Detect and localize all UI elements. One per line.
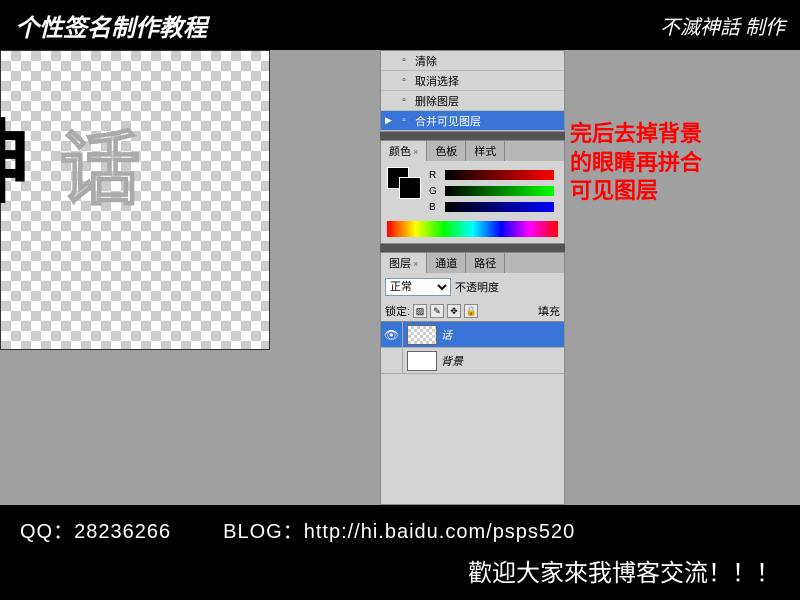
qq-label: QQ： [20, 521, 74, 543]
history-label: 清除 [415, 53, 437, 69]
close-icon[interactable]: × [413, 259, 418, 269]
workspace-gap [270, 50, 380, 505]
canvas-window[interactable]: 神 话 [0, 50, 270, 350]
background-swatch[interactable] [399, 177, 421, 199]
history-label: 合并可见图层 [415, 113, 481, 129]
annotation-line: 的眼睛再拼合 [570, 149, 770, 178]
slider-thumb-icon[interactable]: ▲ [445, 168, 453, 177]
layers-controls: 正常 不透明度 [381, 273, 564, 301]
fg-bg-swatches[interactable] [387, 167, 421, 199]
header-bar: 个性签名制作教程 不滅神話 制作 [0, 0, 800, 50]
canvas-char-solid: 神 [0, 90, 30, 220]
play-icon: ▶ [385, 115, 395, 126]
r-label: R [429, 170, 441, 181]
tab-swatches[interactable]: 色板 [427, 141, 466, 161]
annotation-line: 可见图层 [570, 177, 770, 206]
lock-transparent-icon[interactable]: ▨ [413, 304, 427, 318]
lock-all-icon[interactable]: 🔒 [464, 304, 478, 318]
main-area: 神 话 ▫ 清除 ▫ 取消选择 ▫ 删除图层 ▶ ▫ 合并可见 [0, 50, 800, 505]
qq-number: 28236266 [74, 521, 171, 543]
page-title: 个性签名制作教程 [15, 8, 207, 43]
close-icon[interactable]: × [413, 147, 418, 157]
history-panel: ▫ 清除 ▫ 取消选择 ▫ 删除图层 ▶ ▫ 合并可见图层 [380, 50, 565, 132]
blog-url: http://hi.baidu.com/psps520 [304, 521, 576, 543]
history-label: 取消选择 [415, 73, 459, 89]
lock-brush-icon[interactable]: ✎ [430, 304, 444, 318]
opacity-label: 不透明度 [455, 279, 499, 295]
history-item[interactable]: ▫ 清除 [381, 51, 564, 71]
step-icon: ▫ [397, 94, 411, 108]
r-slider-row: R ▲ [429, 167, 558, 183]
lock-label: 锁定: [385, 303, 410, 319]
b-label: B [429, 202, 441, 213]
tab-layers[interactable]: 图层× [381, 253, 427, 273]
panels-column: ▫ 清除 ▫ 取消选择 ▫ 删除图层 ▶ ▫ 合并可见图层 颜色× 色 [380, 50, 565, 505]
slider-thumb-icon[interactable]: ▲ [445, 200, 453, 209]
g-slider[interactable]: ▲ [445, 186, 554, 196]
layer-item[interactable]: 👁 话 [381, 322, 564, 348]
color-spectrum[interactable] [387, 221, 558, 237]
history-item[interactable]: ▫ 删除图层 [381, 91, 564, 111]
layers-tabs: 图层× 通道 路径 [381, 253, 564, 273]
layer-list: 👁 话 背景 [381, 321, 564, 374]
layer-name[interactable]: 话 [441, 327, 564, 343]
contact-line: QQ：28236266 BLOG：http://hi.baidu.com/psp… [20, 515, 780, 545]
tab-channels[interactable]: 通道 [427, 253, 466, 273]
g-label: G [429, 186, 441, 197]
layer-thumbnail[interactable] [407, 351, 437, 371]
logo-text: 不滅神話 制作 [660, 11, 785, 40]
tab-color[interactable]: 颜色× [381, 141, 427, 161]
annotation-line: 完后去掉背景 [570, 120, 770, 149]
layer-name[interactable]: 背景 [441, 353, 564, 369]
layer-thumbnail[interactable] [407, 325, 437, 345]
lock-row: 锁定: ▨ ✎ ✥ 🔒 填充 [381, 301, 564, 321]
layer-item[interactable]: 背景 [381, 348, 564, 374]
visibility-eye-icon[interactable]: 👁 [381, 322, 403, 347]
tab-styles[interactable]: 样式 [466, 141, 505, 161]
footer-bar: QQ：28236266 BLOG：http://hi.baidu.com/psp… [0, 505, 800, 600]
history-item-current[interactable]: ▶ ▫ 合并可见图层 [381, 111, 564, 131]
tab-paths[interactable]: 路径 [466, 253, 505, 273]
step-icon: ▫ [397, 54, 411, 68]
history-item[interactable]: ▫ 取消选择 [381, 71, 564, 91]
r-slider[interactable]: ▲ [445, 170, 554, 180]
layers-panel: 图层× 通道 路径 正常 不透明度 锁定: ▨ ✎ ✥ 🔒 填充 [380, 252, 565, 505]
color-body: R ▲ G ▲ B ▲ [381, 161, 564, 243]
g-slider-row: G ▲ [429, 183, 558, 199]
instruction-annotation: 完后去掉背景 的眼睛再拼合 可见图层 [570, 120, 770, 206]
fill-label: 填充 [538, 303, 560, 319]
visibility-eye-icon[interactable] [381, 348, 403, 373]
lock-move-icon[interactable]: ✥ [447, 304, 461, 318]
slider-thumb-icon[interactable]: ▲ [445, 184, 453, 193]
welcome-line: 歡迎大家來我博客交流！！！ [20, 553, 780, 588]
canvas-char-outline: 话 [60, 105, 140, 221]
b-slider[interactable]: ▲ [445, 202, 554, 212]
color-tabs: 颜色× 色板 样式 [381, 141, 564, 161]
blog-label: BLOG： [223, 521, 304, 543]
step-icon: ▫ [397, 74, 411, 88]
blend-mode-select[interactable]: 正常 [385, 278, 451, 296]
color-panel: 颜色× 色板 样式 R ▲ G ▲ [380, 140, 565, 244]
b-slider-row: B ▲ [429, 199, 558, 215]
history-label: 删除图层 [415, 93, 459, 109]
step-icon: ▫ [397, 114, 411, 128]
